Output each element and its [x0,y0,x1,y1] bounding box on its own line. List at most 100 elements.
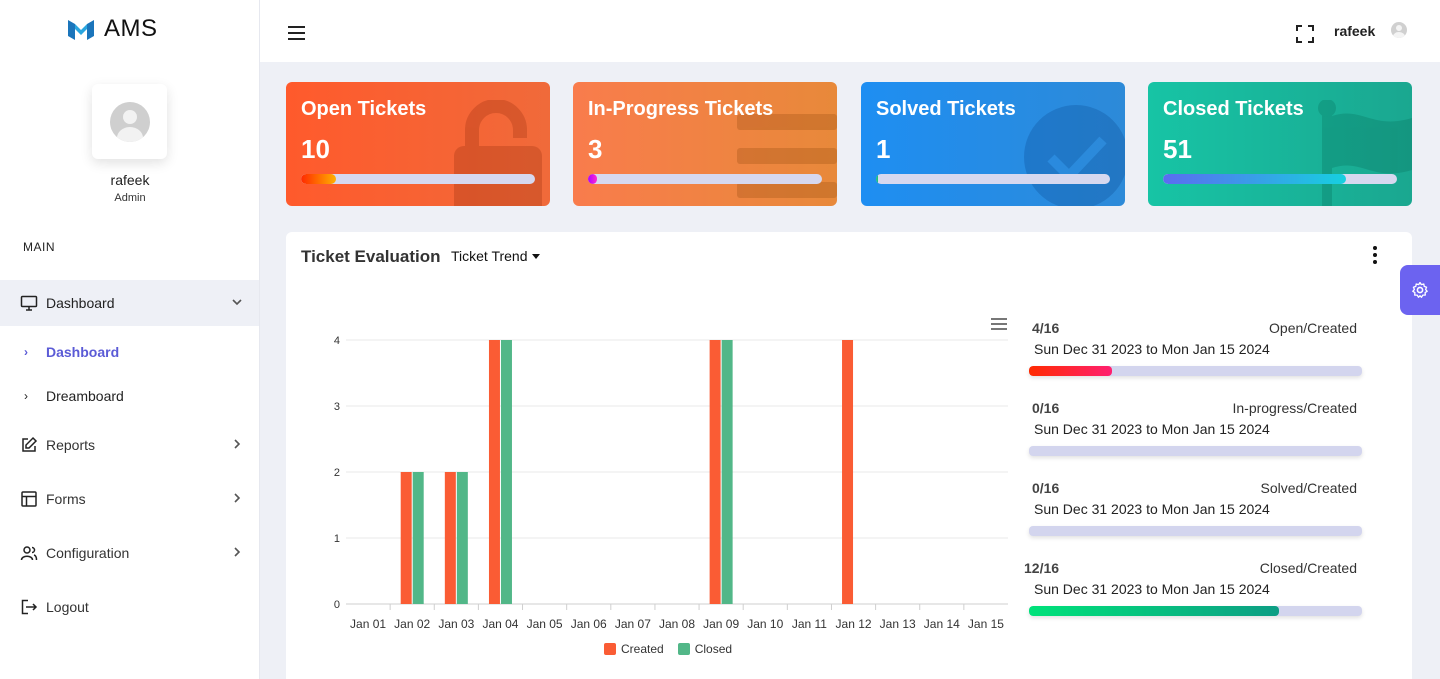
bar-created [488,340,500,604]
sidebar-item-label: Configuration [46,545,130,561]
stat-progress-fill [588,174,598,184]
avatar [109,101,150,142]
y-tick-label: 3 [334,401,340,413]
legend-label: Created [621,642,664,656]
stat-card-closed[interactable]: Closed Tickets 51 [1148,82,1412,206]
ratio-date-range: Sun Dec 31 2023 to Mon Jan 15 2024 [1034,341,1270,357]
stat-value: 51 [1163,134,1192,164]
ticket-evaluation-panel: Ticket Evaluation Ticket Trend 0 1 2 3 4 Jan … [286,232,1412,679]
chart-legend: Created Closed [604,642,732,656]
sidebar-subitem-dashboard[interactable]: › Dashboard [24,341,119,363]
ratio-progress [1029,526,1362,536]
chevron-right-icon: › [24,389,28,403]
ticket-trend-chart: 0 1 2 3 4 Jan 01 Jan 02 Jan 03 Jan 04 Jan 05 Jan 0… [334,335,1008,631]
menu-toggle-icon[interactable] [288,26,305,40]
caret-down-icon [531,253,540,259]
topbar: rafeek [260,0,1440,62]
brand[interactable]: AMS [66,14,158,44]
stat-progress-fill [876,174,879,184]
chevron-right-icon: › [24,345,28,359]
x-tick-label: Jan 07 [615,617,651,631]
top-avatar[interactable] [1391,22,1407,38]
bar-created [842,340,854,604]
ratio-progress-fill [1029,606,1279,616]
ratio-date-range: Sun Dec 31 2023 to Mon Jan 15 2024 [1034,501,1270,517]
stat-title: Solved Tickets [876,98,1016,120]
logout-icon [20,598,38,616]
x-tick-label: Jan 05 [527,617,563,631]
ratio-fraction: 12/16 [1024,560,1060,576]
profile-role: Admin [114,192,146,204]
sidebar-subitem-dreamboard[interactable]: › Dreamboard [24,385,124,407]
more-options-icon[interactable] [1371,246,1379,264]
x-tick-label: Jan 01 [350,617,386,631]
ams-logo-icon [68,20,94,40]
stat-progress [1163,174,1397,184]
stat-progress [588,174,822,184]
bar-closed [721,340,733,604]
sidebar-item-dashboard[interactable]: Dashboard [0,280,259,326]
app-name: AMS [104,15,158,42]
lock-open-icon [454,100,542,206]
stat-card-solved[interactable]: Solved Tickets 1 [861,82,1125,206]
stat-progress-fill [301,174,337,184]
profile-card[interactable] [92,84,167,159]
bar-created [709,340,721,604]
chevron-right-icon [231,437,243,453]
ratio-progress [1029,366,1362,376]
sidebar-subitem-label: Dreamboard [46,388,124,404]
x-tick-label: Jan 10 [747,617,783,631]
ratio-progress [1029,606,1362,616]
sidebar-subitem-label: Dashboard [46,344,120,360]
sidebar: AMS rafeek Admin MAIN Dashboard › Dashbo… [0,0,260,679]
check-circle-icon [1024,105,1125,206]
sidebar-item-label: Reports [46,437,96,453]
sidebar-item-logout[interactable]: Logout [0,584,259,630]
monitor-icon [20,294,38,312]
bar-created [400,472,412,604]
ratio-label: Solved/Created [1260,480,1357,496]
stat-progress [301,174,535,184]
dropdown-label: Ticket Trend [451,248,528,264]
stat-title: Closed Tickets [1163,98,1304,120]
legend-item-closed[interactable]: Closed [677,642,732,656]
ratio-fraction: 4/16 [1032,320,1060,336]
table-icon [20,490,38,508]
flag-icon [1318,100,1412,206]
sidebar-item-label: Logout [46,599,89,615]
settings-toggle[interactable] [1400,265,1440,315]
x-tick-label: Jan 11 [792,617,827,631]
x-tick-label: Jan 13 [880,617,916,631]
x-tick-label: Jan 15 [968,617,1004,631]
chevron-down-icon [231,295,243,311]
bar-closed [500,340,512,604]
legend-item-created[interactable]: Created [604,642,664,656]
ratio-fraction: 0/16 [1032,480,1060,496]
ticket-trend-dropdown[interactable]: Ticket Trend [451,248,540,264]
y-tick-label: 4 [334,335,340,347]
stat-card-open[interactable]: Open Tickets 10 [286,82,550,206]
chevron-right-icon [231,491,243,507]
ratio-fraction: 0/16 [1032,400,1060,416]
sidebar-item-configuration[interactable]: Configuration [0,530,259,576]
x-tick-label: Jan 09 [703,617,739,631]
top-username[interactable]: rafeek [1334,23,1375,39]
x-tick-label: Jan 06 [571,617,607,631]
stat-progress-fill [1163,174,1346,184]
stat-value: 1 [876,134,891,164]
fullscreen-icon[interactable] [1296,25,1314,43]
sidebar-item-forms[interactable]: Forms [0,476,259,522]
chevron-right-icon [231,545,243,561]
stat-value: 3 [588,134,603,164]
ratio-progress-fill [1029,366,1113,376]
section-label-main: MAIN [23,240,55,254]
sidebar-item-reports[interactable]: Reports [0,422,259,468]
edit-icon [20,436,38,454]
stat-value: 10 [301,134,330,164]
x-tick-label: Jan 08 [659,617,695,631]
ratio-progress [1029,446,1362,456]
users-icon [20,544,38,562]
stat-card-in-progress[interactable]: In-Progress Tickets 3 [573,82,837,206]
stat-progress [876,174,1110,184]
sidebar-item-label: Forms [46,491,86,507]
